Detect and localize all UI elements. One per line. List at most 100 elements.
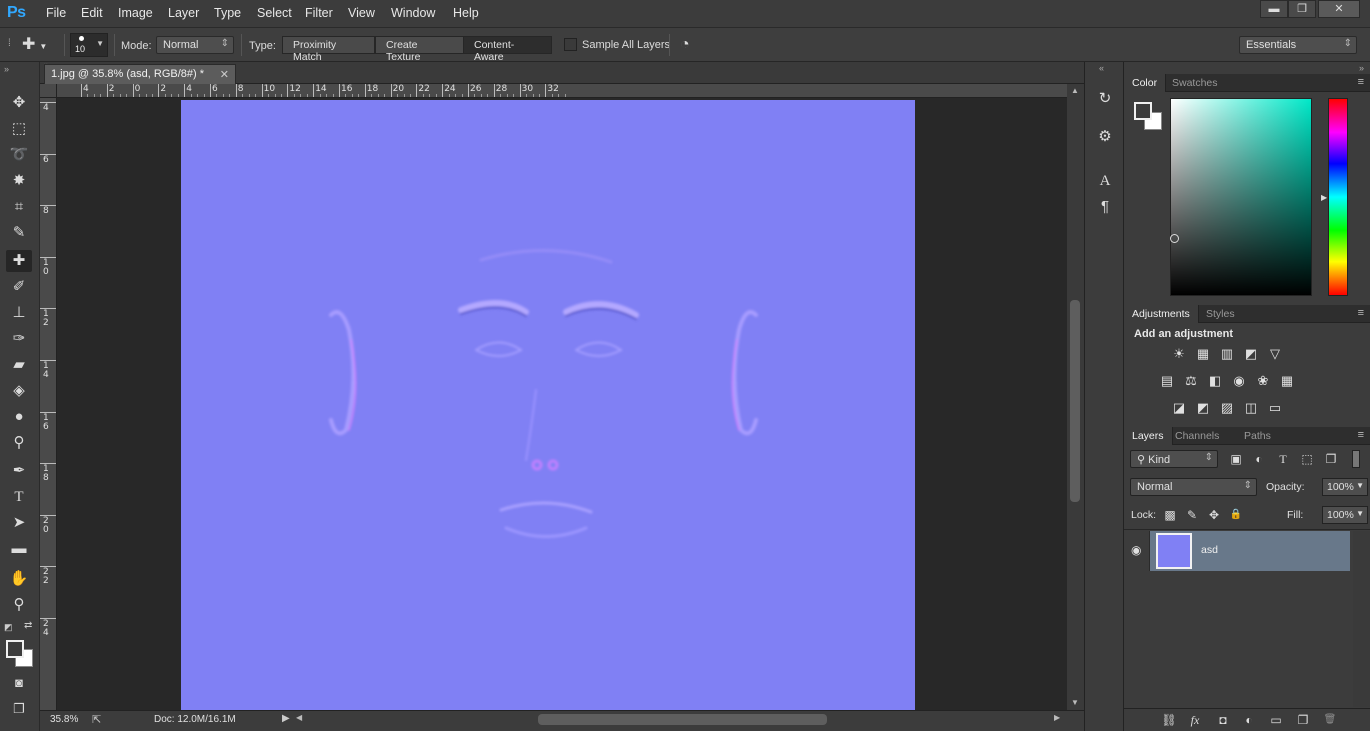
layer-row[interactable]: ◉ asd	[1126, 531, 1350, 571]
layer-name[interactable]: asd	[1201, 544, 1218, 556]
color-foreground-swatch[interactable]	[1134, 102, 1152, 120]
close-icon[interactable]: ✕	[220, 68, 229, 81]
filter-pixel-icon[interactable]: ▣	[1227, 450, 1245, 468]
minimize-button[interactable]: ▬	[1260, 0, 1288, 18]
document-image[interactable]	[181, 100, 915, 710]
panel-menu-icon[interactable]: ≡	[1358, 307, 1364, 319]
delete-layer-icon[interactable]: 🗑	[1321, 711, 1339, 729]
tab-styles[interactable]: Styles	[1198, 305, 1243, 323]
filter-adjustment-icon[interactable]: ◐	[1250, 450, 1268, 468]
layers-scrollbar[interactable]	[1353, 531, 1370, 707]
filter-toggle[interactable]	[1352, 450, 1360, 468]
new-adjustment-layer-icon[interactable]: ◐	[1240, 711, 1258, 729]
status-menu-icon[interactable]: ▶	[282, 713, 290, 724]
restore-button[interactable]: ❐	[1288, 0, 1316, 18]
history-icon[interactable]: ↻	[1093, 88, 1117, 110]
vibrance-icon[interactable]: ▽	[1266, 346, 1284, 362]
layer-thumbnail[interactable]	[1156, 533, 1192, 569]
menu-file[interactable]: File	[46, 6, 66, 20]
properties-icon[interactable]: ⚙	[1093, 126, 1117, 148]
menu-filter[interactable]: Filter	[305, 6, 333, 20]
new-group-icon[interactable]: ▭	[1267, 711, 1285, 729]
tab-adjustments[interactable]: Adjustments	[1124, 305, 1199, 323]
sample-all-layers-checkbox[interactable]	[564, 38, 577, 51]
rectangle-tool-icon[interactable]: ▬	[6, 538, 32, 560]
scroll-left-icon[interactable]: ◀	[296, 713, 302, 722]
foreground-color-swatch[interactable]	[6, 640, 24, 658]
filter-shape-icon[interactable]: ⬚	[1298, 450, 1316, 468]
add-mask-icon[interactable]: ◘	[1214, 711, 1232, 729]
black-white-icon[interactable]: ◧	[1206, 373, 1224, 389]
lock-position-icon[interactable]: ✥	[1205, 506, 1223, 524]
marquee-tool-icon[interactable]: ⬚	[6, 118, 32, 140]
eraser-tool-icon[interactable]: ▰	[6, 354, 32, 376]
eyedropper-tool-icon[interactable]: ✎	[6, 222, 32, 244]
magic-wand-tool-icon[interactable]: ✸	[6, 170, 32, 192]
brightness-contrast-icon[interactable]: ☀	[1170, 346, 1188, 362]
clone-stamp-tool-icon[interactable]: ⊥	[6, 302, 32, 324]
patch-tool-icon[interactable]: ✚	[6, 250, 32, 272]
layer-filter-kind[interactable]: ⚲ Kind	[1130, 450, 1218, 468]
lock-transparent-icon[interactable]: ▩	[1161, 506, 1179, 524]
lock-all-icon[interactable]: 🔒	[1227, 506, 1245, 524]
menu-layer[interactable]: Layer	[168, 6, 199, 20]
levels-icon[interactable]: ▦	[1194, 346, 1212, 362]
menu-view[interactable]: View	[348, 6, 375, 20]
collapse-icon[interactable]: »	[1359, 63, 1364, 73]
brush-size-picker[interactable]: 10 ▼	[70, 33, 108, 57]
brush-tool-icon[interactable]: ✐	[6, 276, 32, 298]
scroll-right-icon[interactable]: ▶	[1054, 713, 1060, 722]
collapse-icon[interactable]: »	[4, 64, 9, 74]
mode-select[interactable]: Normal	[156, 36, 234, 54]
menu-window[interactable]: Window	[391, 6, 435, 20]
ruler-origin[interactable]	[40, 84, 57, 98]
hue-slider[interactable]	[1328, 98, 1348, 296]
screen-mode-icon[interactable]: ❐	[6, 698, 32, 720]
document-tab[interactable]: 1.jpg @ 35.8% (asd, RGB/8#) * ✕	[44, 64, 236, 84]
exposure-icon[interactable]: ◩	[1242, 346, 1260, 362]
menu-select[interactable]: Select	[257, 6, 292, 20]
canvas-area[interactable]	[57, 98, 1067, 710]
fill-field[interactable]: 100% ▼	[1322, 506, 1368, 524]
close-button[interactable]: ✕	[1318, 0, 1360, 18]
tab-swatches[interactable]: Swatches	[1164, 74, 1226, 92]
panel-menu-icon[interactable]: ≡	[1358, 76, 1364, 88]
curves-icon[interactable]: ▥	[1218, 346, 1236, 362]
type-proximity-match[interactable]: Proximity Match	[282, 36, 375, 63]
move-tool-icon[interactable]: ✥	[6, 92, 32, 114]
menu-help[interactable]: Help	[453, 6, 479, 20]
tab-color[interactable]: Color	[1124, 74, 1167, 92]
paint-bucket-tool-icon[interactable]: ◈	[6, 380, 32, 402]
menu-image[interactable]: Image	[118, 6, 153, 20]
type-create-texture[interactable]: Create Texture	[375, 36, 464, 63]
hue-saturation-icon[interactable]: ▤	[1158, 373, 1176, 389]
pressure-icon[interactable]: ◔	[680, 36, 690, 54]
photo-filter-icon[interactable]: ◉	[1230, 373, 1248, 389]
zoom-tool-icon[interactable]: ⚲	[6, 594, 32, 616]
hue-slider-handle[interactable]: ▶	[1321, 193, 1327, 202]
character-icon[interactable]: A	[1093, 170, 1117, 192]
lock-image-icon[interactable]: ✎	[1183, 506, 1201, 524]
pen-tool-icon[interactable]: ✒	[6, 460, 32, 482]
collapse-icon[interactable]: «	[1099, 63, 1104, 73]
paragraph-icon[interactable]: ¶	[1093, 196, 1117, 218]
history-brush-tool-icon[interactable]: ✑	[6, 328, 32, 350]
color-balance-icon[interactable]: ⚖	[1182, 373, 1200, 389]
tab-layers[interactable]: Layers	[1124, 427, 1173, 445]
workspace-select[interactable]: Essentials	[1239, 36, 1357, 54]
scroll-up-icon[interactable]: ▲	[1071, 86, 1079, 95]
crop-tool-icon[interactable]: ⌗	[6, 196, 32, 218]
layer-style-icon[interactable]: fx	[1186, 711, 1204, 729]
menu-type[interactable]: Type	[214, 6, 241, 20]
panel-menu-icon[interactable]: ≡	[1358, 429, 1364, 441]
vertical-scrollbar[interactable]: ▲ ▼	[1067, 84, 1084, 710]
color-lookup-icon[interactable]: ▦	[1278, 373, 1296, 389]
horizontal-scroll-thumb[interactable]	[538, 714, 827, 725]
blur-tool-icon[interactable]: ●	[6, 406, 32, 428]
menu-edit[interactable]: Edit	[81, 6, 103, 20]
zoom-level[interactable]: 35.8%	[50, 714, 78, 725]
gradient-map-icon[interactable]: ▭	[1266, 400, 1284, 416]
lasso-tool-icon[interactable]: ➰	[6, 144, 32, 166]
tab-channels[interactable]: Channels	[1167, 427, 1227, 445]
path-selection-tool-icon[interactable]: ➤	[6, 512, 32, 534]
